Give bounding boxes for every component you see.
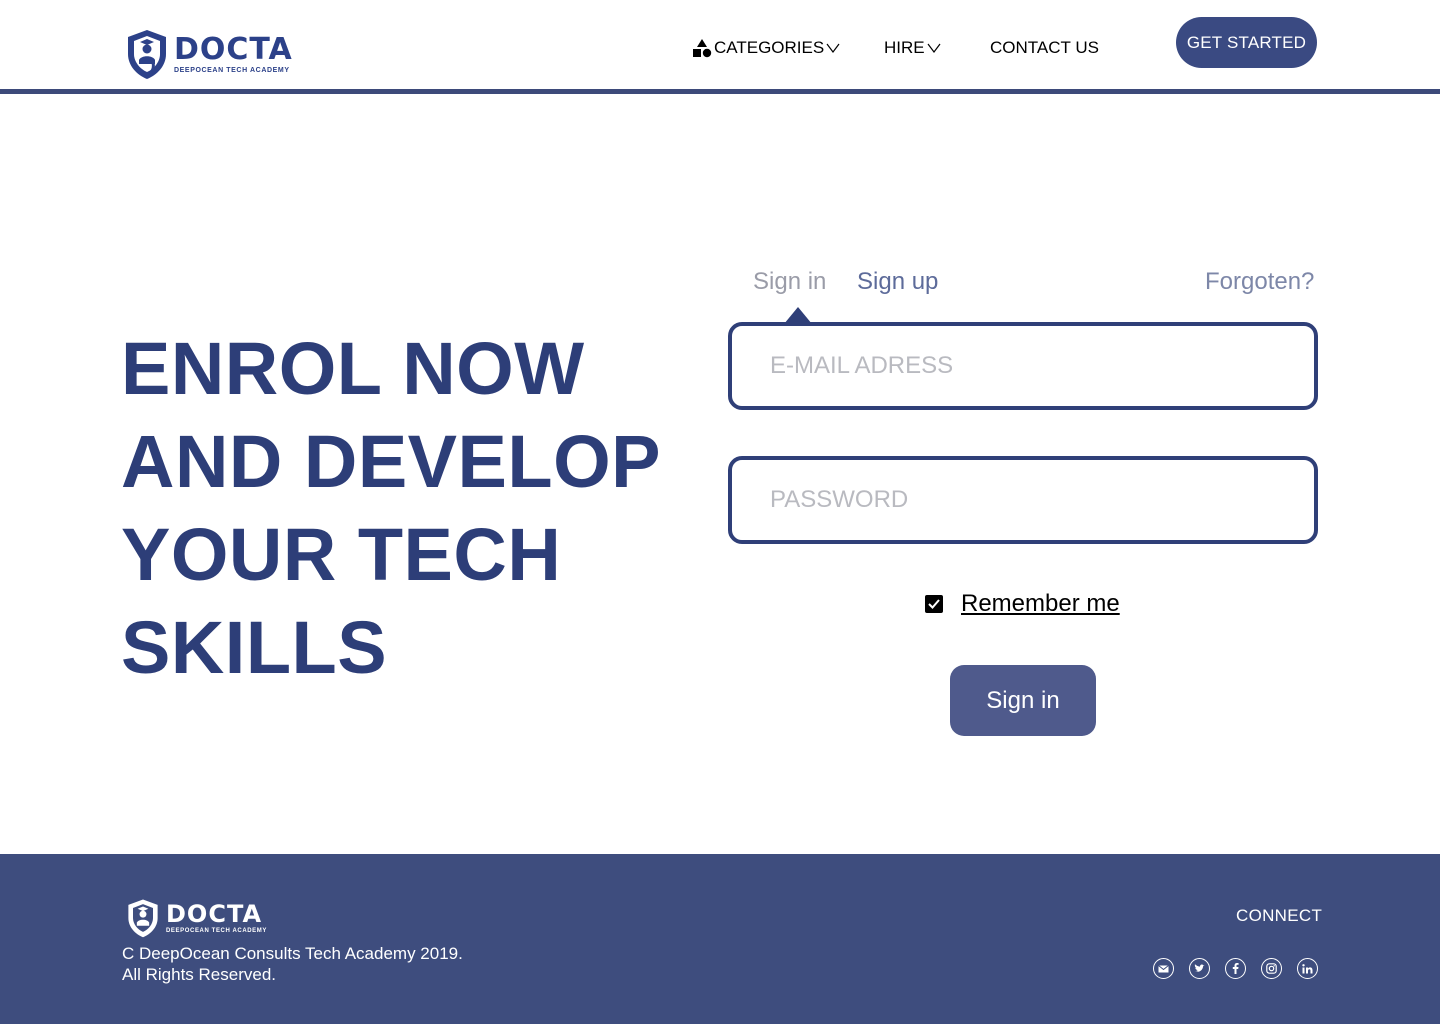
nav-contact-label: CONTACT US <box>990 38 1099 57</box>
nav-categories-label: CATEGORIES <box>714 38 825 57</box>
logo[interactable]: DOCTA DEEPOCEAN TECH ACADEMY <box>126 28 293 80</box>
social-links <box>1153 958 1318 979</box>
remember-label[interactable]: Remember me <box>961 590 1120 618</box>
footer-logo[interactable]: DOCTA DEEPOCEAN TECH ACADEMY <box>126 898 267 938</box>
logo-shield-icon <box>128 899 158 938</box>
site-header: DOCTA DEEPOCEAN TECH ACADEMY CATEGORIES … <box>0 0 1440 94</box>
get-started-button[interactable]: GET STARTED <box>1176 17 1317 68</box>
hero-line: ENROL NOW <box>121 327 585 410</box>
chevron-down-icon <box>826 43 840 53</box>
hero-headline: ENROL NOW AND DEVELOP YOUR TECH SKILLS <box>121 322 681 694</box>
chevron-down-icon <box>927 43 941 53</box>
linkedin-icon[interactable] <box>1297 958 1318 979</box>
facebook-icon[interactable] <box>1225 958 1246 979</box>
tab-sign-up[interactable]: Sign up <box>857 268 938 296</box>
connect-heading: CONNECT <box>1236 906 1323 925</box>
email-field[interactable] <box>728 322 1318 410</box>
remember-me[interactable]: Remember me <box>925 590 1120 618</box>
instagram-icon[interactable] <box>1261 958 1282 979</box>
password-field[interactable] <box>728 456 1318 544</box>
password-input[interactable] <box>770 486 1314 514</box>
footer-logo-tagline: DEEPOCEAN TECH ACADEMY <box>166 928 267 934</box>
site-footer: DOCTA DEEPOCEAN TECH ACADEMY C DeepOcean… <box>0 854 1440 1024</box>
nav-contact-us[interactable]: CONTACT US <box>990 36 1099 60</box>
nav-hire-label: HIRE <box>884 38 925 57</box>
logo-shield-icon <box>128 30 166 79</box>
tab-sign-in[interactable]: Sign in <box>753 268 826 296</box>
copyright-line: All Rights Reserved. <box>122 965 277 984</box>
email-icon[interactable] <box>1153 958 1174 979</box>
hero-line: SKILLS <box>121 606 388 689</box>
nav-categories[interactable]: CATEGORIES <box>692 36 840 60</box>
shapes-icon <box>693 39 712 58</box>
footer-logo-wordmark: DOCTA <box>166 900 263 928</box>
nav-hire[interactable]: HIRE <box>884 36 941 60</box>
copyright-text: C DeepOcean Consults Tech Academy 2019. … <box>122 943 463 985</box>
hero-line: AND DEVELOP <box>121 420 662 503</box>
sign-in-button[interactable]: Sign in <box>950 665 1096 736</box>
copyright-line: C DeepOcean Consults Tech Academy 2019. <box>122 944 463 963</box>
forgot-password-link[interactable]: Forgoten? <box>1205 268 1314 296</box>
twitter-icon[interactable] <box>1189 958 1210 979</box>
remember-checkbox[interactable] <box>925 595 943 613</box>
logo-wordmark: DOCTA <box>174 31 293 67</box>
checkmark-icon <box>928 599 940 609</box>
header-divider <box>0 89 1440 94</box>
email-input[interactable] <box>770 352 1314 380</box>
hero-line: YOUR TECH <box>121 513 562 596</box>
logo-tagline: DEEPOCEAN TECH ACADEMY <box>174 66 290 74</box>
